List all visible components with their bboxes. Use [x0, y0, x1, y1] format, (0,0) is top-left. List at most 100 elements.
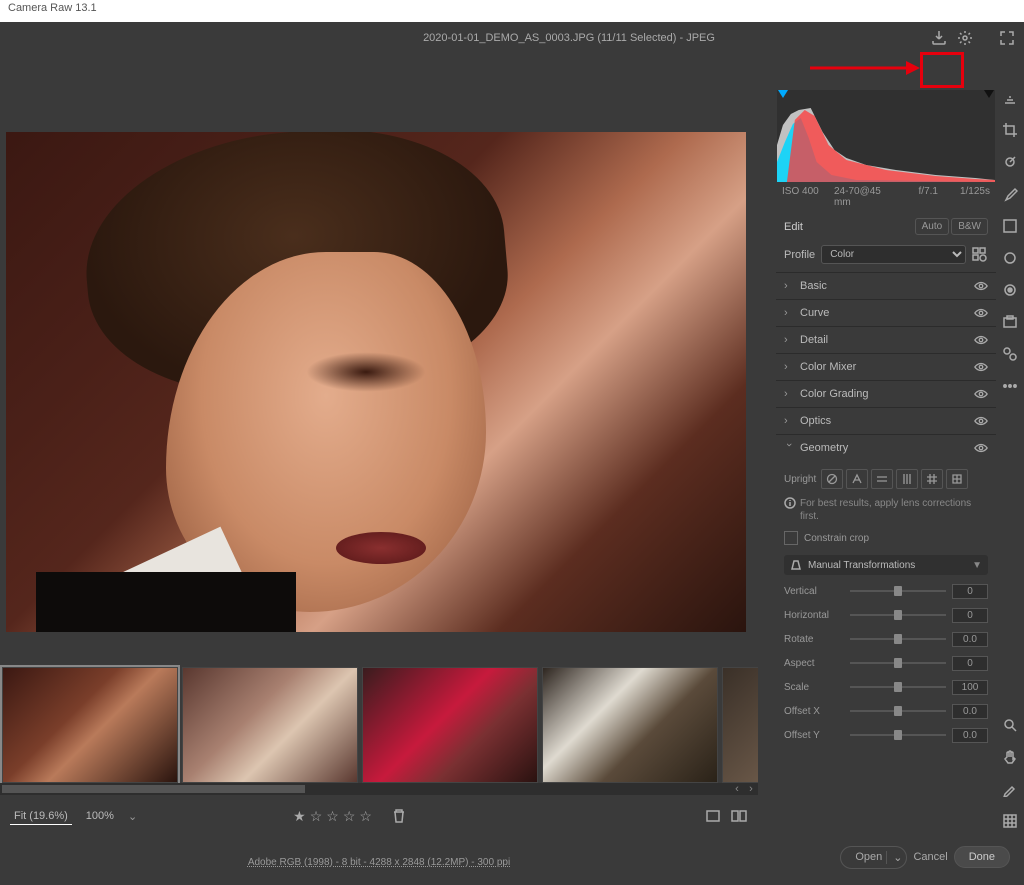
slider-row: Rotate 0.0	[784, 627, 988, 651]
star-icon[interactable]: ☆	[359, 808, 372, 825]
slider-value[interactable]: 0	[952, 656, 988, 671]
sampler-tool-icon[interactable]	[1000, 779, 1020, 799]
slider-label: Offset Y	[784, 730, 844, 741]
hand-tool-icon[interactable]	[1000, 747, 1020, 767]
slider-value[interactable]: 100	[952, 680, 988, 695]
highlight-clip-icon[interactable]	[984, 90, 994, 98]
more-tools-icon[interactable]	[1000, 376, 1020, 396]
upright-off-icon[interactable]	[821, 469, 843, 489]
fullscreen-icon[interactable]	[998, 29, 1016, 47]
filmstrip-scrollbar[interactable]: ‹›	[0, 783, 758, 795]
constrain-crop-checkbox[interactable]: Constrain crop	[784, 527, 988, 549]
upright-auto-icon[interactable]	[846, 469, 868, 489]
star-icon[interactable]: ☆	[326, 808, 339, 825]
slider-value[interactable]: 0.0	[952, 632, 988, 647]
prev-icon[interactable]: ‹	[730, 783, 744, 795]
shadow-clip-icon[interactable]	[778, 90, 788, 98]
zoom-fit[interactable]: Fit (19.6%)	[10, 808, 72, 825]
slider-value[interactable]: 0.0	[952, 704, 988, 719]
eye-icon[interactable]	[974, 306, 988, 320]
section-geometry[interactable]: ›Geometry	[776, 434, 996, 461]
upright-level-icon[interactable]	[871, 469, 893, 489]
slider-thumb[interactable]	[894, 730, 902, 740]
profile-select[interactable]: Color	[821, 245, 966, 264]
done-button[interactable]: Done	[954, 846, 1010, 868]
filmstrip-thumb[interactable]	[2, 667, 178, 783]
eye-icon[interactable]	[974, 387, 988, 401]
slider-thumb[interactable]	[894, 634, 902, 644]
bw-button[interactable]: B&W	[951, 218, 988, 235]
save-image-icon[interactable]	[930, 29, 948, 47]
filmstrip-thumb[interactable]	[542, 667, 718, 783]
slider-row: Offset X0.0	[784, 699, 988, 723]
slider-track[interactable]	[850, 686, 946, 688]
eye-icon[interactable]	[974, 333, 988, 347]
star-icon[interactable]: ☆	[310, 808, 323, 825]
slider-thumb[interactable]	[894, 658, 902, 668]
slider-value[interactable]: 0	[952, 584, 988, 599]
eye-icon[interactable]	[974, 441, 988, 455]
image-info-link[interactable]: Adobe RGB (1998) - 8 bit - 4288 x 2848 (…	[248, 857, 510, 868]
eye-icon[interactable]	[974, 279, 988, 293]
radial-tool-icon[interactable]	[1000, 248, 1020, 268]
slider-track[interactable]	[850, 662, 946, 664]
filmstrip-thumb[interactable]	[362, 667, 538, 783]
edit-tool-icon[interactable]	[1000, 88, 1020, 108]
star-icon[interactable]: ★	[293, 808, 306, 825]
eye-icon[interactable]	[974, 414, 988, 428]
auto-button[interactable]: Auto	[915, 218, 950, 235]
section-optics[interactable]: ›Optics	[776, 407, 996, 434]
slider-value[interactable]: 0	[952, 608, 988, 623]
preview-image[interactable]	[6, 132, 746, 632]
brush-tool-icon[interactable]	[1000, 184, 1020, 204]
slider-thumb[interactable]	[894, 586, 902, 596]
slider-thumb[interactable]	[894, 682, 902, 692]
star-icon[interactable]: ☆	[343, 808, 356, 825]
edit-panel: ISO 400 24-70@45 mm f/7.1 1/125s Edit Au…	[776, 84, 996, 835]
gradient-tool-icon[interactable]	[1000, 216, 1020, 236]
next-icon[interactable]: ›	[744, 783, 758, 795]
slider-track[interactable]	[850, 590, 946, 592]
trash-icon[interactable]	[390, 807, 408, 825]
section-color-mixer[interactable]: ›Color Mixer	[776, 353, 996, 380]
section-color-grading[interactable]: ›Color Grading	[776, 380, 996, 407]
rating-control[interactable]: ★ ☆ ☆ ☆ ☆	[293, 807, 408, 825]
section-detail[interactable]: ›Detail	[776, 326, 996, 353]
healing-tool-icon[interactable]	[1000, 152, 1020, 172]
upright-guided-icon[interactable]	[946, 469, 968, 489]
zoom-dropdown-icon[interactable]: ⌄	[128, 810, 137, 823]
manual-transformations-header[interactable]: Manual Transformations ▼	[784, 555, 988, 575]
redeye-tool-icon[interactable]	[1000, 280, 1020, 300]
preset-tool-icon[interactable]	[1000, 344, 1020, 364]
slider-thumb[interactable]	[894, 706, 902, 716]
slider-track[interactable]	[850, 638, 946, 640]
eye-icon[interactable]	[974, 360, 988, 374]
snapshot-tool-icon[interactable]	[1000, 312, 1020, 332]
settings-icon[interactable]	[956, 29, 974, 47]
slider-track[interactable]	[850, 710, 946, 712]
slider-thumb[interactable]	[894, 610, 902, 620]
filmstrip-thumb[interactable]	[722, 667, 758, 783]
slider-value[interactable]: 0.0	[952, 728, 988, 743]
action-bar: Open⌄ Cancel Done	[744, 839, 1024, 875]
crop-tool-icon[interactable]	[1000, 120, 1020, 140]
single-view-icon[interactable]	[704, 807, 722, 825]
slider-label: Aspect	[784, 658, 844, 669]
slider-track[interactable]	[850, 734, 946, 736]
zoom-tool-icon[interactable]	[1000, 715, 1020, 735]
section-basic[interactable]: ›Basic	[776, 272, 996, 299]
filmstrip-thumb[interactable]	[182, 667, 358, 783]
upright-full-icon[interactable]	[921, 469, 943, 489]
profile-browser-icon[interactable]	[972, 247, 988, 263]
open-button[interactable]: Open⌄	[840, 846, 907, 869]
compare-view-icon[interactable]	[730, 807, 748, 825]
upright-vertical-icon[interactable]	[896, 469, 918, 489]
slider-label: Rotate	[784, 634, 844, 645]
cancel-button[interactable]: Cancel	[913, 851, 947, 863]
slider-track[interactable]	[850, 614, 946, 616]
section-curve[interactable]: ›Curve	[776, 299, 996, 326]
edit-label: Edit	[784, 221, 803, 233]
grid-tool-icon[interactable]	[1000, 811, 1020, 831]
zoom-100[interactable]: 100%	[82, 808, 118, 824]
histogram[interactable]	[777, 90, 995, 182]
